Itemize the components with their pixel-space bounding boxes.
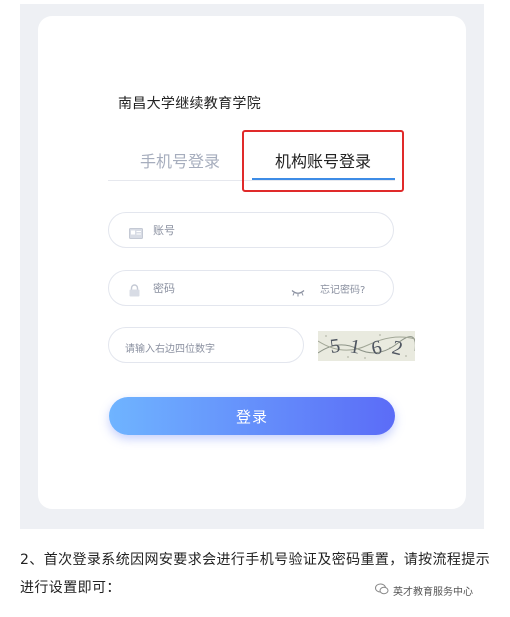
wechat-icon [375, 583, 389, 598]
forgot-password-link[interactable]: 忘记密码? [320, 281, 365, 296]
password-field[interactable]: 密码 忘记密码? [108, 270, 394, 306]
account-placeholder: 账号 [153, 224, 175, 237]
watermark-text: 英才教育服务中心 [393, 587, 473, 598]
tab-phone-login[interactable]: 手机号登录 [140, 148, 220, 172]
account-field[interactable]: 账号 [108, 212, 394, 248]
eye-closed-icon[interactable] [291, 282, 305, 301]
wechat-watermark: 英才教育服务中心 [375, 583, 473, 598]
password-placeholder: 密码 [153, 282, 175, 295]
org-title: 南昌大学继续教育学院 [118, 96, 261, 112]
captcha-image[interactable]: 5 1 6 2 [317, 331, 416, 361]
login-button[interactable]: 登录 [109, 397, 395, 435]
captcha-placeholder: 请输入右边四位数字 [125, 344, 215, 355]
highlight-annotation-box [242, 130, 404, 192]
lock-icon [129, 282, 140, 301]
captcha-field[interactable]: 请输入右边四位数字 [108, 327, 304, 363]
id-card-icon [129, 224, 143, 243]
login-card [38, 16, 466, 509]
